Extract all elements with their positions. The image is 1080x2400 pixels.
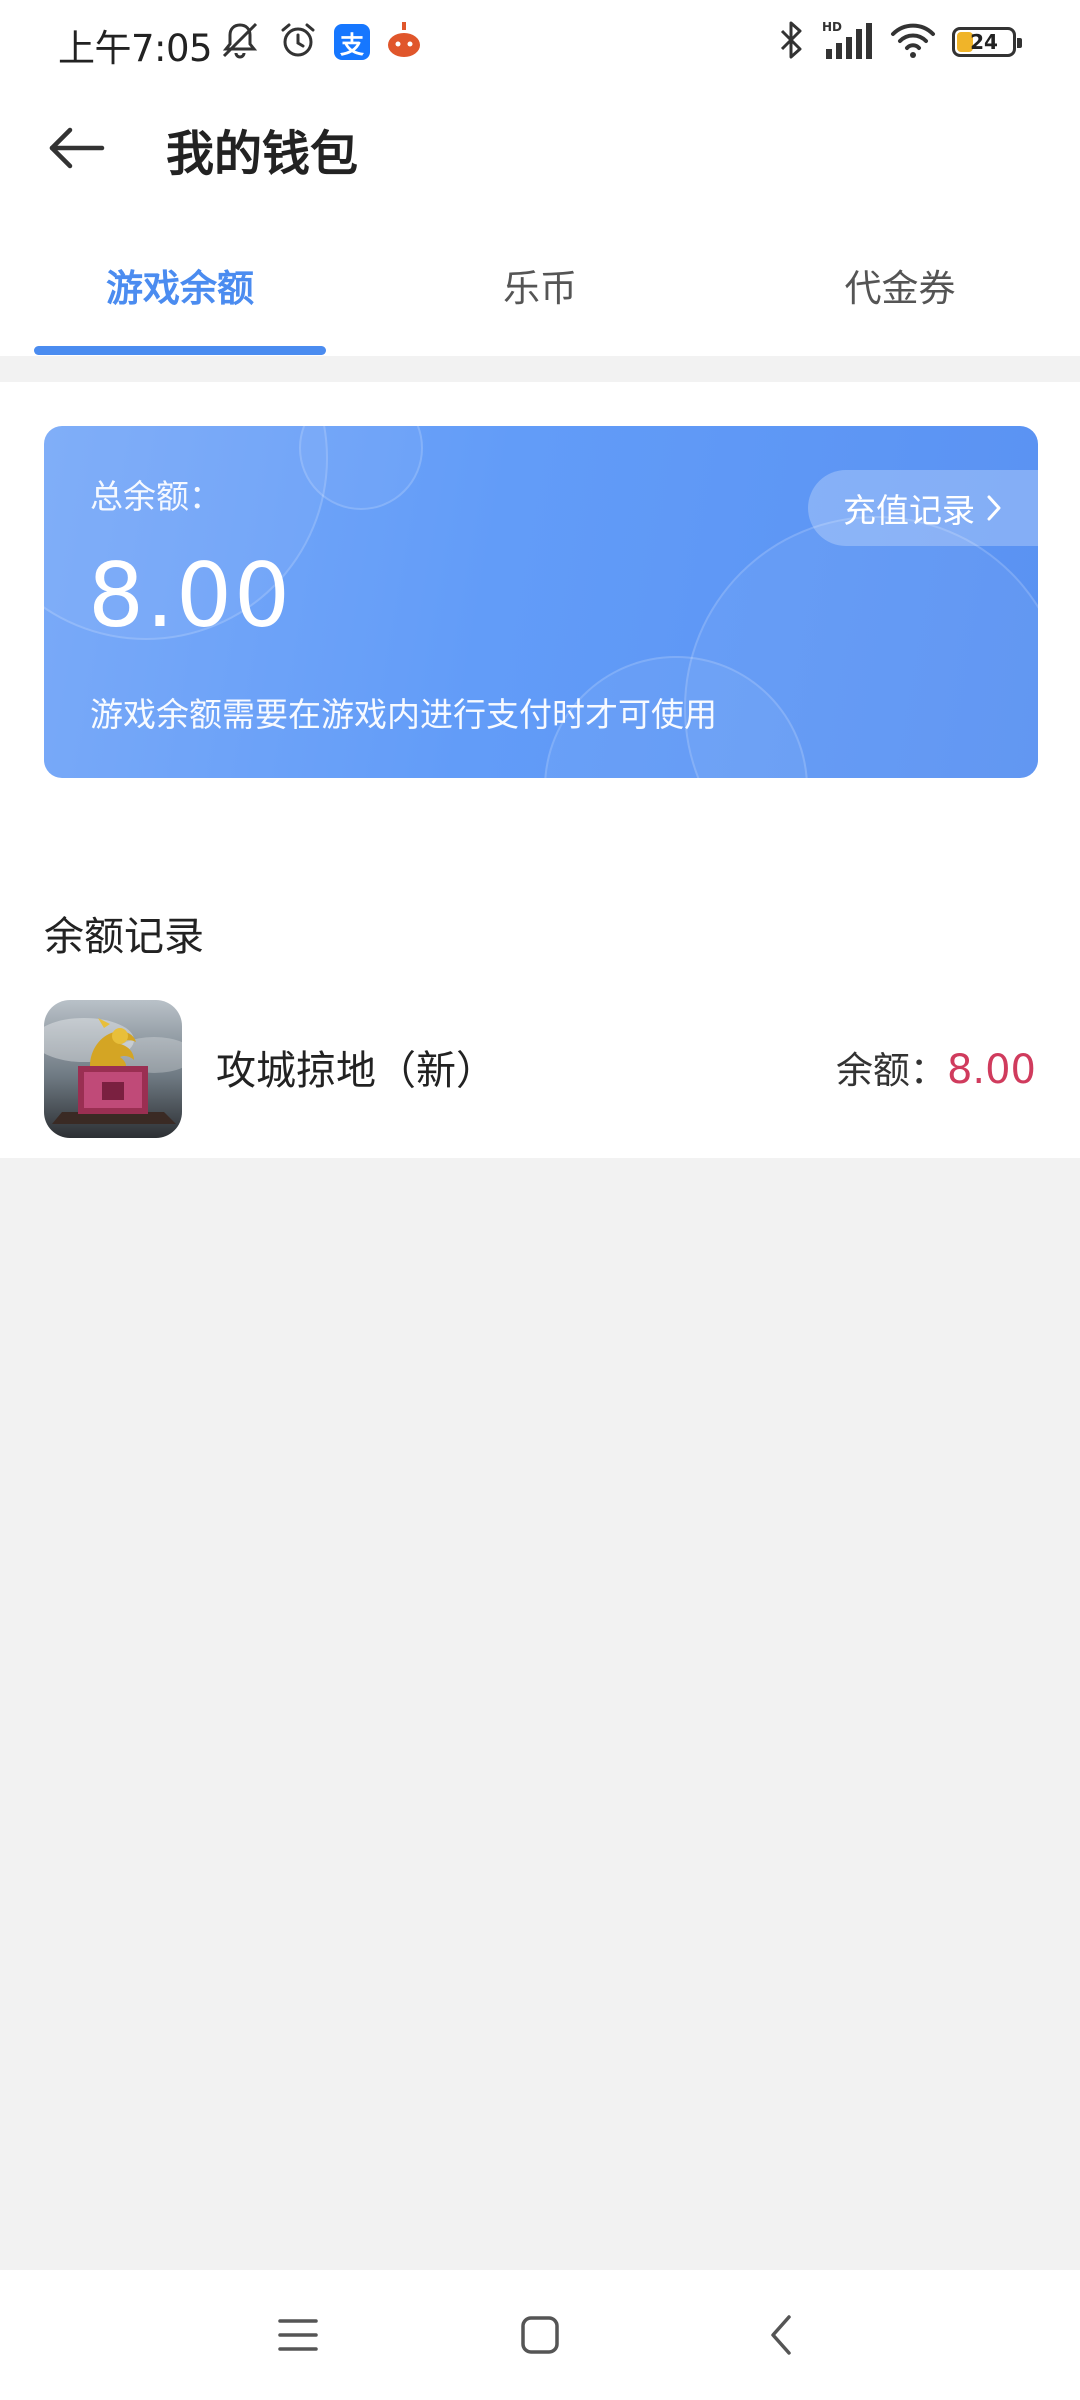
chevron-left-icon [771, 2315, 791, 2355]
home-button[interactable] [490, 2290, 590, 2380]
status-right-icons: HD 24 [776, 19, 1022, 65]
system-back-button[interactable] [732, 2290, 832, 2380]
battery-cap [1017, 38, 1022, 48]
app-header: 我的钱包 [0, 84, 1080, 214]
home-square-icon [521, 2316, 559, 2354]
wallet-page: 上午7:05 支 HD 24 我的钱包 游戏余额 乐币 代金券 总余额： 8.0… [0, 0, 1080, 2400]
status-bar: 上午7:05 支 HD 24 [0, 0, 1080, 84]
list-item[interactable]: 攻城掠地（新） 余额： 8.00 [0, 998, 1080, 1148]
balance-records-title: 余额记录 [44, 914, 204, 960]
balance-usage-note: 游戏余额需要在游戏内进行支付时才可使用 [90, 695, 717, 734]
balance-card: 总余额： 8.00 游戏余额需要在游戏内进行支付时才可使用 充值记录 [44, 426, 1038, 778]
tab-game-balance[interactable]: 游戏余额 [34, 214, 326, 356]
app-notification-icon [384, 20, 424, 64]
battery-percent: 24 [970, 30, 998, 54]
status-left-icons: 支 [218, 20, 424, 64]
recharge-record-button[interactable]: 充值记录 [808, 470, 1038, 546]
battery-icon: 24 [952, 27, 1022, 57]
wifi-icon [890, 20, 936, 64]
arrow-left-icon [49, 127, 105, 169]
tab-bar: 游戏余额 乐币 代金券 [0, 214, 1080, 356]
recharge-record-label: 充值记录 [843, 491, 975, 530]
game-balance-label: 余额： [835, 1049, 947, 1092]
total-balance-amount: 8.00 [88, 544, 292, 647]
content-panel: 总余额： 8.00 游戏余额需要在游戏内进行支付时才可使用 充值记录 余额记录 [0, 382, 1080, 1158]
recent-apps-button[interactable] [248, 2290, 348, 2380]
chevron-right-icon [987, 495, 1001, 521]
mute-icon [218, 18, 262, 66]
total-balance-label: 总余额： [90, 477, 222, 516]
system-navigation-bar [0, 2270, 1080, 2400]
alipay-icon: 支 [334, 24, 370, 60]
bluetooth-icon [776, 19, 806, 65]
status-time: 上午7:05 [58, 27, 213, 70]
back-button[interactable] [36, 108, 116, 188]
game-balance: 余额： 8.00 [836, 1040, 1036, 1094]
hd-signal-icon: HD [822, 19, 874, 65]
menu-icon [278, 2319, 318, 2351]
game-name: 攻城掠地（新） [216, 1048, 496, 1094]
svg-text:HD: HD [822, 20, 842, 34]
tab-voucher[interactable]: 代金券 [754, 214, 1046, 356]
tab-active-indicator [34, 346, 326, 355]
tab-le-coin[interactable]: 乐币 [394, 214, 686, 356]
alarm-icon [276, 18, 320, 66]
game-icon [44, 1000, 182, 1138]
page-title: 我的钱包 [166, 126, 359, 182]
game-balance-value: 8.00 [946, 1047, 1036, 1093]
